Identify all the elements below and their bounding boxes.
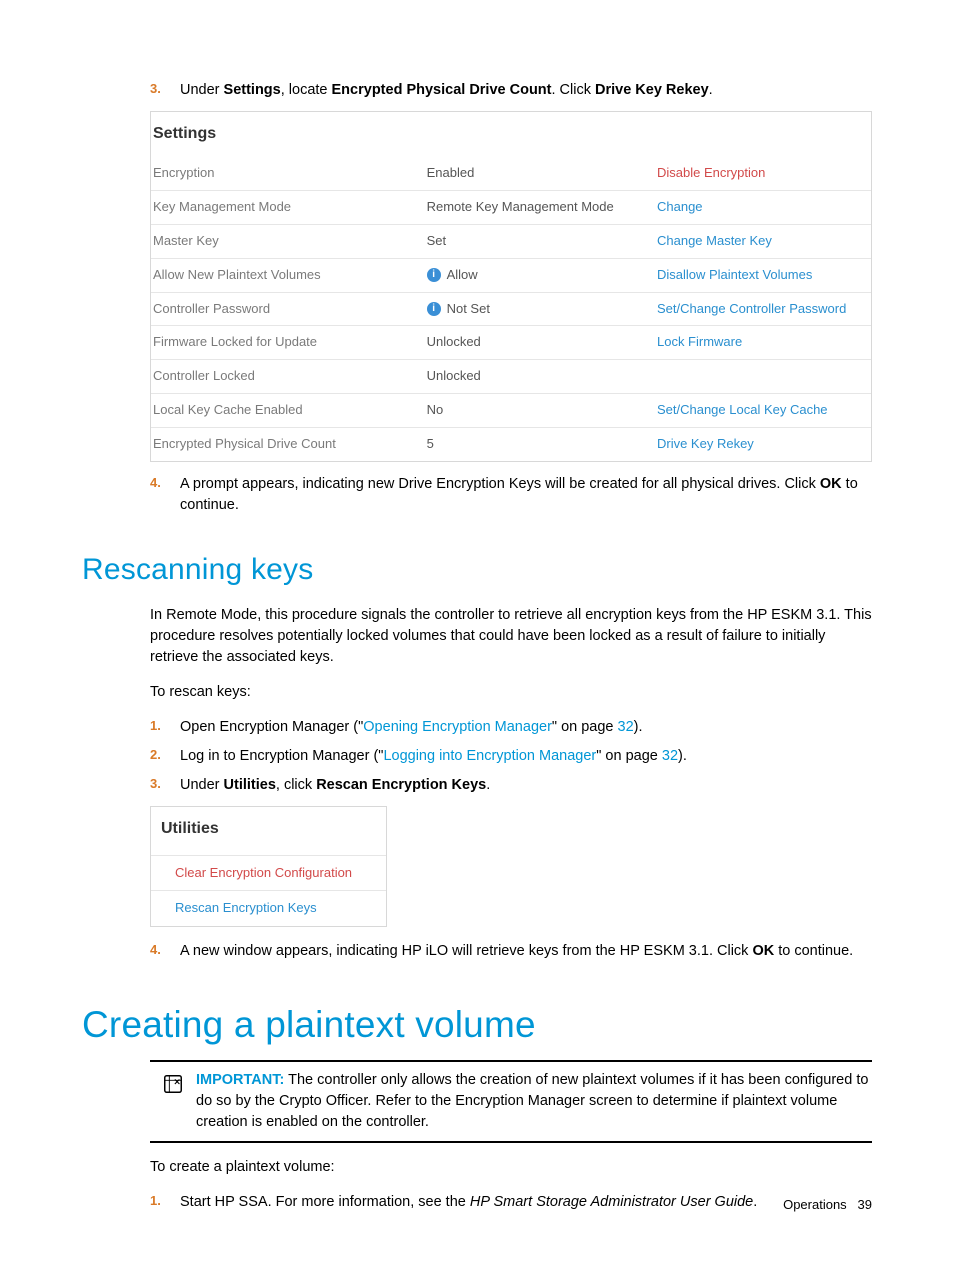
- settings-label: Firmware Locked for Update: [151, 326, 425, 360]
- settings-action-link[interactable]: Change Master Key: [655, 224, 871, 258]
- settings-action-link[interactable]: Disable Encryption: [655, 157, 871, 190]
- settings-value: No: [425, 394, 655, 428]
- footer-page: 39: [858, 1197, 872, 1212]
- step-text: Log in to Encryption Manager ("Logging i…: [180, 746, 872, 767]
- settings-value: Set: [425, 224, 655, 258]
- settings-label: Encryption: [151, 157, 425, 190]
- settings-value: 5: [425, 427, 655, 460]
- settings-row: Allow New Plaintext VolumesiAllowDisallo…: [151, 258, 871, 292]
- settings-row: Encrypted Physical Drive Count5Drive Key…: [151, 427, 871, 460]
- step-text: A prompt appears, indicating new Drive E…: [180, 474, 872, 516]
- heading-creating-plaintext-volume: Creating a plaintext volume: [82, 998, 872, 1052]
- settings-row: Controller LockedUnlocked: [151, 360, 871, 394]
- link-opening-encryption-manager[interactable]: Opening Encryption Manager: [363, 719, 552, 735]
- settings-row: Key Management ModeRemote Key Management…: [151, 191, 871, 225]
- utilities-title: Utilities: [151, 807, 386, 854]
- settings-value: Unlocked: [425, 326, 655, 360]
- settings-label: Controller Password: [151, 292, 425, 326]
- step-text: Under Utilities, click Rescan Encryption…: [180, 775, 872, 796]
- step-number: 4.: [150, 474, 180, 516]
- settings-label: Allow New Plaintext Volumes: [151, 258, 425, 292]
- step-3: 3. Under Settings, locate Encrypted Phys…: [150, 80, 872, 101]
- settings-row: Master KeySetChange Master Key: [151, 224, 871, 258]
- step-number: 3.: [150, 80, 180, 101]
- link-page-32[interactable]: 32: [618, 719, 634, 735]
- settings-title: Settings: [151, 112, 871, 155]
- settings-label: Local Key Cache Enabled: [151, 394, 425, 428]
- settings-row: Firmware Locked for UpdateUnlockedLock F…: [151, 326, 871, 360]
- utilities-item-rescan-keys[interactable]: Rescan Encryption Keys: [151, 890, 386, 926]
- settings-action-link[interactable]: Lock Firmware: [655, 326, 871, 360]
- settings-table: EncryptionEnabledDisable EncryptionKey M…: [151, 157, 871, 461]
- settings-row: Local Key Cache EnabledNoSet/Change Loca…: [151, 394, 871, 428]
- important-note: IMPORTANT: The controller only allows th…: [150, 1060, 872, 1143]
- step-number: 2.: [150, 746, 180, 767]
- rescan-to: To rescan keys:: [150, 682, 872, 703]
- settings-label: Master Key: [151, 224, 425, 258]
- utilities-panel-screenshot: Utilities Clear Encryption Configuration…: [150, 806, 387, 927]
- settings-action-link[interactable]: Disallow Plaintext Volumes: [655, 258, 871, 292]
- settings-action-link[interactable]: Change: [655, 191, 871, 225]
- settings-value: iNot Set: [425, 292, 655, 326]
- settings-label: Key Management Mode: [151, 191, 425, 225]
- settings-value: iAllow: [425, 258, 655, 292]
- step-4: 4. A prompt appears, indicating new Driv…: [150, 474, 872, 516]
- heading-rescanning-keys: Rescanning keys: [82, 548, 872, 592]
- settings-action-link: [655, 360, 871, 394]
- settings-value: Enabled: [425, 157, 655, 190]
- settings-value: Remote Key Management Mode: [425, 191, 655, 225]
- settings-label: Encrypted Physical Drive Count: [151, 427, 425, 460]
- step-number: 1.: [150, 717, 180, 738]
- rescan-step-4: 4. A new window appears, indicating HP i…: [150, 941, 872, 962]
- settings-label: Controller Locked: [151, 360, 425, 394]
- step-number: 4.: [150, 941, 180, 962]
- create-to: To create a plaintext volume:: [150, 1157, 872, 1178]
- step-text: A new window appears, indicating HP iLO …: [180, 941, 872, 962]
- settings-panel-screenshot: Settings EncryptionEnabledDisable Encryp…: [150, 111, 872, 462]
- info-icon: i: [427, 268, 441, 282]
- important-icon: [150, 1070, 196, 1133]
- create-step-1: 1. Start HP SSA. For more information, s…: [150, 1192, 872, 1213]
- info-icon: i: [427, 302, 441, 316]
- link-logging-into-encryption-manager[interactable]: Logging into Encryption Manager: [383, 748, 596, 764]
- settings-action-link[interactable]: Set/Change Controller Password: [655, 292, 871, 326]
- step-text: Open Encryption Manager ("Opening Encryp…: [180, 717, 872, 738]
- important-label: IMPORTANT:: [196, 1072, 284, 1088]
- footer-section: Operations: [783, 1197, 847, 1212]
- settings-action-link[interactable]: Drive Key Rekey: [655, 427, 871, 460]
- step-number: 3.: [150, 775, 180, 796]
- settings-row: EncryptionEnabledDisable Encryption: [151, 157, 871, 190]
- important-body: IMPORTANT: The controller only allows th…: [196, 1070, 872, 1133]
- settings-row: Controller PasswordiNot SetSet/Change Co…: [151, 292, 871, 326]
- rescan-step-1: 1. Open Encryption Manager ("Opening Enc…: [150, 717, 872, 738]
- settings-action-link[interactable]: Set/Change Local Key Cache: [655, 394, 871, 428]
- step-number: 1.: [150, 1192, 180, 1213]
- rescan-step-3: 3. Under Utilities, click Rescan Encrypt…: [150, 775, 872, 796]
- step-text: Under Settings, locate Encrypted Physica…: [180, 80, 872, 101]
- rescan-intro: In Remote Mode, this procedure signals t…: [150, 605, 872, 668]
- page-footer: Operations 39: [783, 1196, 872, 1215]
- step-text: Start HP SSA. For more information, see …: [180, 1192, 872, 1213]
- rescan-step-2: 2. Log in to Encryption Manager ("Loggin…: [150, 746, 872, 767]
- settings-value: Unlocked: [425, 360, 655, 394]
- link-page-32[interactable]: 32: [662, 748, 678, 764]
- utilities-item-clear-encryption[interactable]: Clear Encryption Configuration: [151, 855, 386, 891]
